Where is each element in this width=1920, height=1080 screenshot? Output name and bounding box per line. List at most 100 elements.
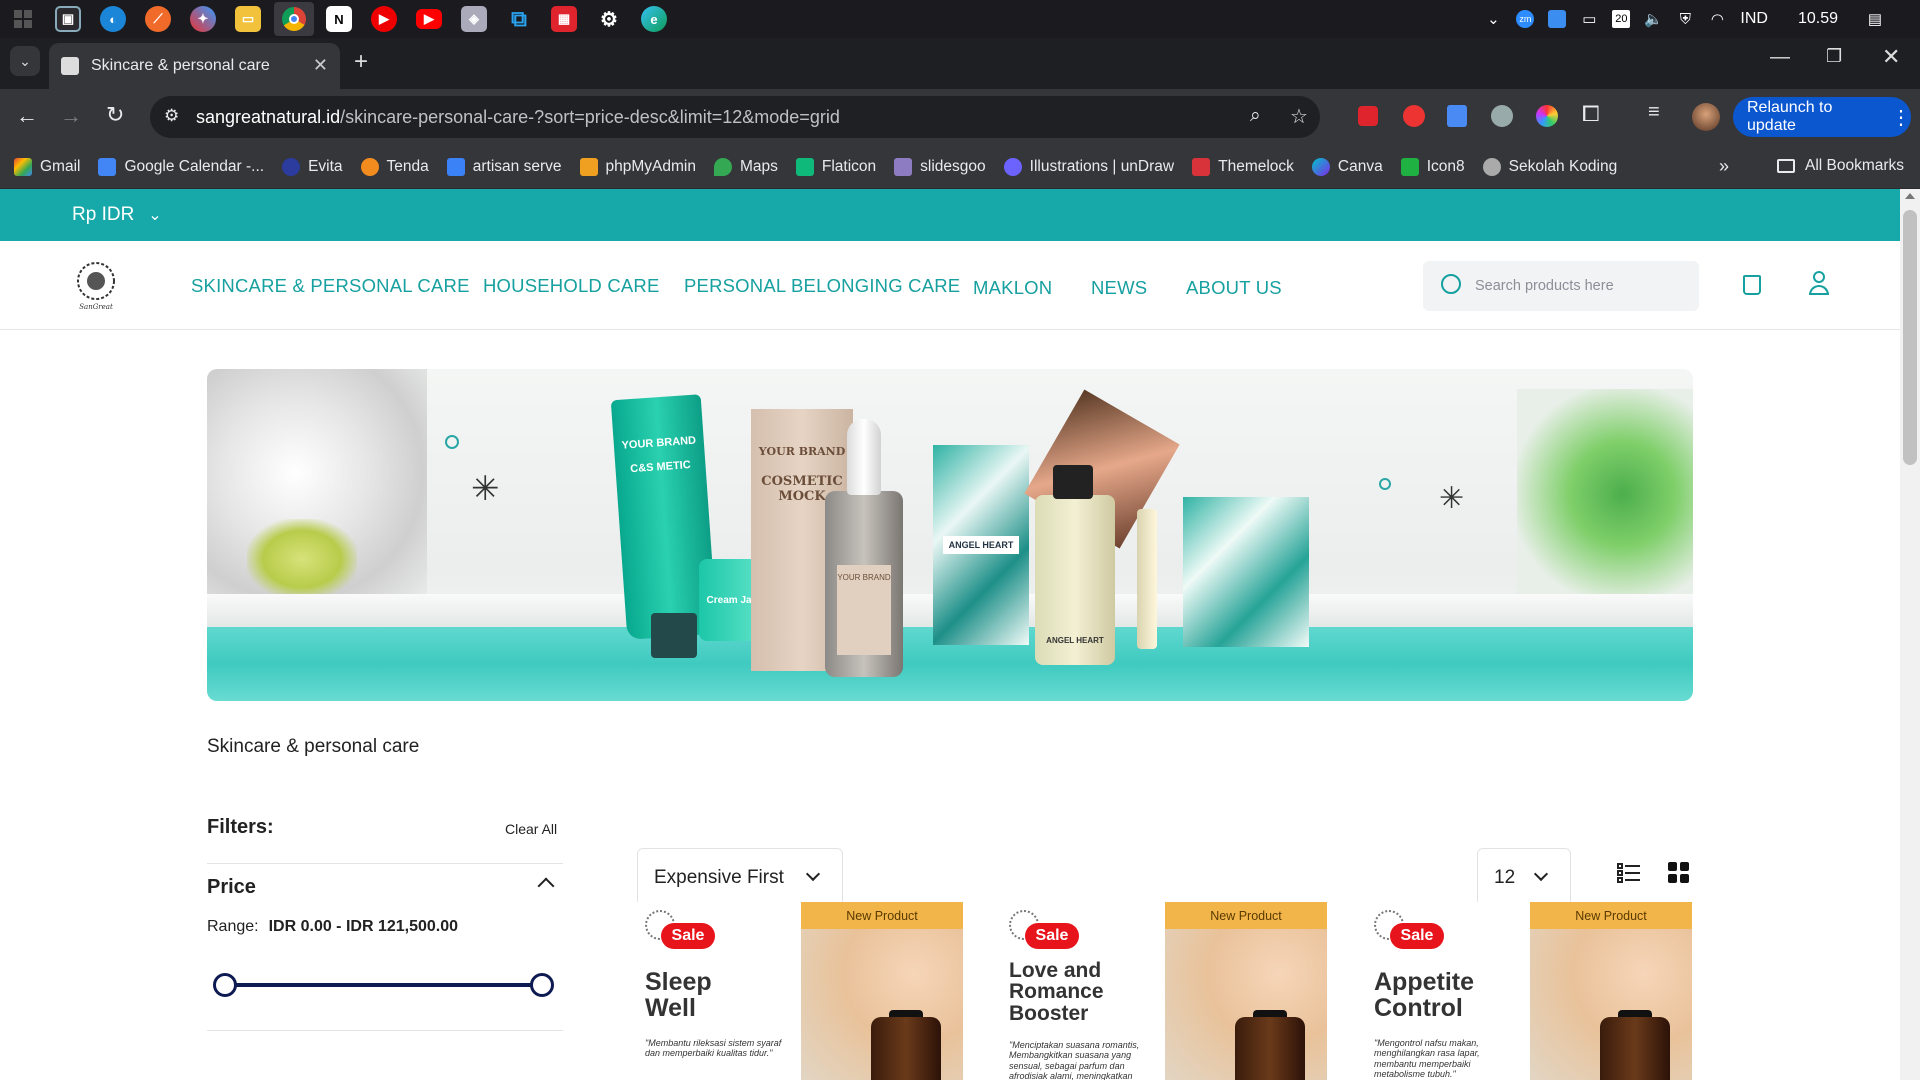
shield-icon[interactable]: ⛨ bbox=[1676, 10, 1694, 28]
bookmark-star-icon[interactable]: ☆ bbox=[1290, 104, 1308, 129]
product-card[interactable]: Sale Sleep Well "Membantu rileksasi sist… bbox=[637, 902, 963, 1080]
bookmark-flaticon[interactable]: Flaticon bbox=[795, 157, 876, 176]
zoom-icon[interactable]: ⌕ bbox=[1250, 105, 1261, 127]
edge-dev-icon[interactable]: ◐ bbox=[100, 6, 126, 32]
forward-icon[interactable]: → bbox=[60, 103, 82, 129]
taskview-icon[interactable]: ▣ bbox=[55, 6, 81, 32]
chevron-up-icon[interactable]: ⌄ bbox=[1484, 10, 1502, 28]
notion-icon[interactable]: N bbox=[326, 6, 352, 32]
page-scrollbar[interactable] bbox=[1900, 189, 1920, 1080]
bookmark-maps[interactable]: Maps bbox=[713, 157, 778, 176]
nav-about-us[interactable]: ABOUT US bbox=[1186, 277, 1282, 299]
product-description: "Mengontrol nafsu makan, menghilangkan r… bbox=[1374, 1038, 1480, 1080]
postman-icon[interactable]: ⟋ bbox=[145, 6, 171, 32]
chrome-taskbar-button[interactable] bbox=[274, 2, 314, 36]
price-filter-title[interactable]: Price bbox=[207, 876, 256, 899]
extension-hand-icon[interactable] bbox=[1403, 105, 1425, 127]
app-blue-icon[interactable] bbox=[1548, 10, 1567, 28]
site-logo[interactable]: SanGreat bbox=[76, 261, 116, 311]
bookmark-gmail[interactable]: Gmail bbox=[14, 157, 80, 176]
start-icon[interactable] bbox=[10, 6, 36, 32]
clock[interactable]: 10.59 bbox=[1798, 10, 1838, 28]
bookmark-icon8[interactable]: Icon8 bbox=[1400, 157, 1465, 176]
scrollbar-thumb[interactable] bbox=[1903, 210, 1917, 465]
reload-icon[interactable]: ↻ bbox=[106, 102, 124, 128]
nav-news[interactable]: NEWS bbox=[1091, 277, 1147, 299]
bookmark-undraw[interactable]: Illustrations | unDraw bbox=[1003, 157, 1174, 176]
range-value: IDR 0.00 - IDR 121,500.00 bbox=[268, 918, 459, 935]
address-bar[interactable]: ⚙ sangreatnatural.id/skincare-personal-c… bbox=[150, 96, 1320, 138]
bookmark-evita[interactable]: Evita bbox=[282, 157, 343, 176]
extension-color-icon[interactable] bbox=[1536, 105, 1558, 127]
price-slider-track[interactable] bbox=[225, 983, 543, 987]
profile-avatar[interactable] bbox=[1692, 103, 1720, 131]
extension-globe-icon[interactable] bbox=[1491, 105, 1513, 127]
clear-all-button[interactable]: Clear All bbox=[505, 821, 557, 837]
bookmark-canva[interactable]: Canva bbox=[1311, 157, 1383, 176]
price-slider-min-handle[interactable] bbox=[213, 973, 237, 997]
bookmark-tenda[interactable]: Tenda bbox=[360, 157, 429, 176]
search-input[interactable]: Search products here bbox=[1423, 261, 1699, 311]
bookmark-phpmyadmin[interactable]: phpMyAdmin bbox=[579, 157, 696, 176]
zoom-icon[interactable]: zm bbox=[1516, 10, 1535, 28]
active-tab[interactable]: Skincare & personal care ✕ bbox=[49, 43, 340, 89]
cart-icon[interactable] bbox=[1743, 275, 1761, 295]
extension-red-icon[interactable] bbox=[1358, 106, 1378, 126]
bookmark-themelock[interactable]: Themelock bbox=[1192, 157, 1294, 176]
close-tab-icon[interactable]: ✕ bbox=[313, 55, 328, 76]
chevron-up-icon[interactable] bbox=[537, 877, 555, 895]
youtube-icon[interactable]: ▶ bbox=[416, 9, 442, 29]
app-colorful-icon[interactable]: ✦ bbox=[190, 6, 216, 32]
extension-docs-icon[interactable] bbox=[1447, 105, 1467, 127]
user-icon[interactable] bbox=[1808, 271, 1830, 297]
scroll-up-icon[interactable] bbox=[1905, 193, 1915, 199]
page-title: Skincare & personal care bbox=[207, 736, 420, 757]
site-info-icon[interactable]: ⚙ bbox=[164, 106, 179, 126]
bookmark-slidesgoo[interactable]: slidesgoo bbox=[894, 157, 986, 176]
minimize-icon[interactable]: — bbox=[1770, 46, 1790, 69]
settings-icon[interactable]: ⚙ bbox=[596, 6, 622, 32]
list-view-icon[interactable] bbox=[1617, 862, 1641, 884]
new-tab-icon[interactable]: + bbox=[354, 48, 368, 76]
nav-skincare[interactable]: SKINCARE & PERSONAL CARE bbox=[191, 275, 470, 297]
more-bookmarks-icon[interactable]: » bbox=[1719, 156, 1729, 177]
youtube-music-icon[interactable]: ▶ bbox=[371, 6, 397, 32]
range-label: Range: bbox=[207, 918, 259, 935]
perfume-box-label: ANGEL HEART bbox=[942, 536, 1020, 554]
app-red-grid-icon[interactable]: ▦ bbox=[551, 6, 577, 32]
media-control-icon[interactable]: ≡ bbox=[1648, 101, 1660, 124]
restore-icon[interactable]: ❐ bbox=[1826, 46, 1842, 67]
nav-personal-belonging[interactable]: PERSONAL BELONGING CARE bbox=[684, 275, 960, 297]
wifi-icon[interactable]: ◠ bbox=[1708, 10, 1726, 28]
currency-selector[interactable]: Rp IDR bbox=[72, 204, 134, 226]
chevron-down-icon[interactable]: ⌄ bbox=[148, 205, 161, 225]
product-card[interactable]: Sale Love and Romance Booster "Menciptak… bbox=[1001, 902, 1327, 1080]
limit-select[interactable]: 12 bbox=[1477, 848, 1571, 908]
grid-view-icon[interactable] bbox=[1668, 862, 1690, 884]
nav-household[interactable]: HOUSEHOLD CARE bbox=[483, 275, 660, 297]
back-icon[interactable]: ← bbox=[16, 103, 38, 129]
volume-icon[interactable]: 🔈 bbox=[1644, 10, 1663, 28]
nav-maklon[interactable]: MAKLON bbox=[973, 277, 1052, 299]
edge-icon[interactable]: e bbox=[641, 6, 667, 32]
sort-select[interactable]: Expensive First bbox=[637, 848, 843, 908]
price-slider-max-handle[interactable] bbox=[530, 973, 554, 997]
language-indicator[interactable]: IND bbox=[1740, 10, 1768, 28]
more-menu-icon[interactable]: ⋮ bbox=[1891, 105, 1911, 130]
bookmarks-bar: Gmail Google Calendar -... Evita Tenda a… bbox=[0, 145, 1920, 189]
relaunch-button[interactable]: Relaunch to update ⋮ bbox=[1733, 97, 1911, 137]
vscode-icon[interactable]: ⧉ bbox=[506, 6, 532, 32]
file-explorer-icon[interactable]: ▭ bbox=[235, 6, 261, 32]
bookmark-google-calendar[interactable]: Google Calendar -... bbox=[98, 157, 264, 176]
notification-icon[interactable]: ▤ bbox=[1866, 10, 1884, 28]
app-grey-icon[interactable]: ◈ bbox=[461, 6, 487, 32]
product-card[interactable]: Sale Appetite Control "Mengontrol nafsu … bbox=[1366, 902, 1692, 1080]
battery-icon[interactable]: ▭ bbox=[1580, 10, 1598, 28]
bookmark-artisan-serve[interactable]: artisan serve bbox=[446, 157, 562, 176]
sale-badge: Sale bbox=[1025, 923, 1079, 949]
tab-search-button[interactable]: ⌄ bbox=[10, 46, 40, 76]
extensions-puzzle-icon[interactable]: ⧠ bbox=[1582, 101, 1600, 127]
all-bookmarks[interactable]: All Bookmarks bbox=[1777, 157, 1904, 175]
bookmark-sekolah-koding[interactable]: Sekolah Koding bbox=[1482, 157, 1617, 176]
close-window-icon[interactable]: ✕ bbox=[1882, 44, 1900, 70]
